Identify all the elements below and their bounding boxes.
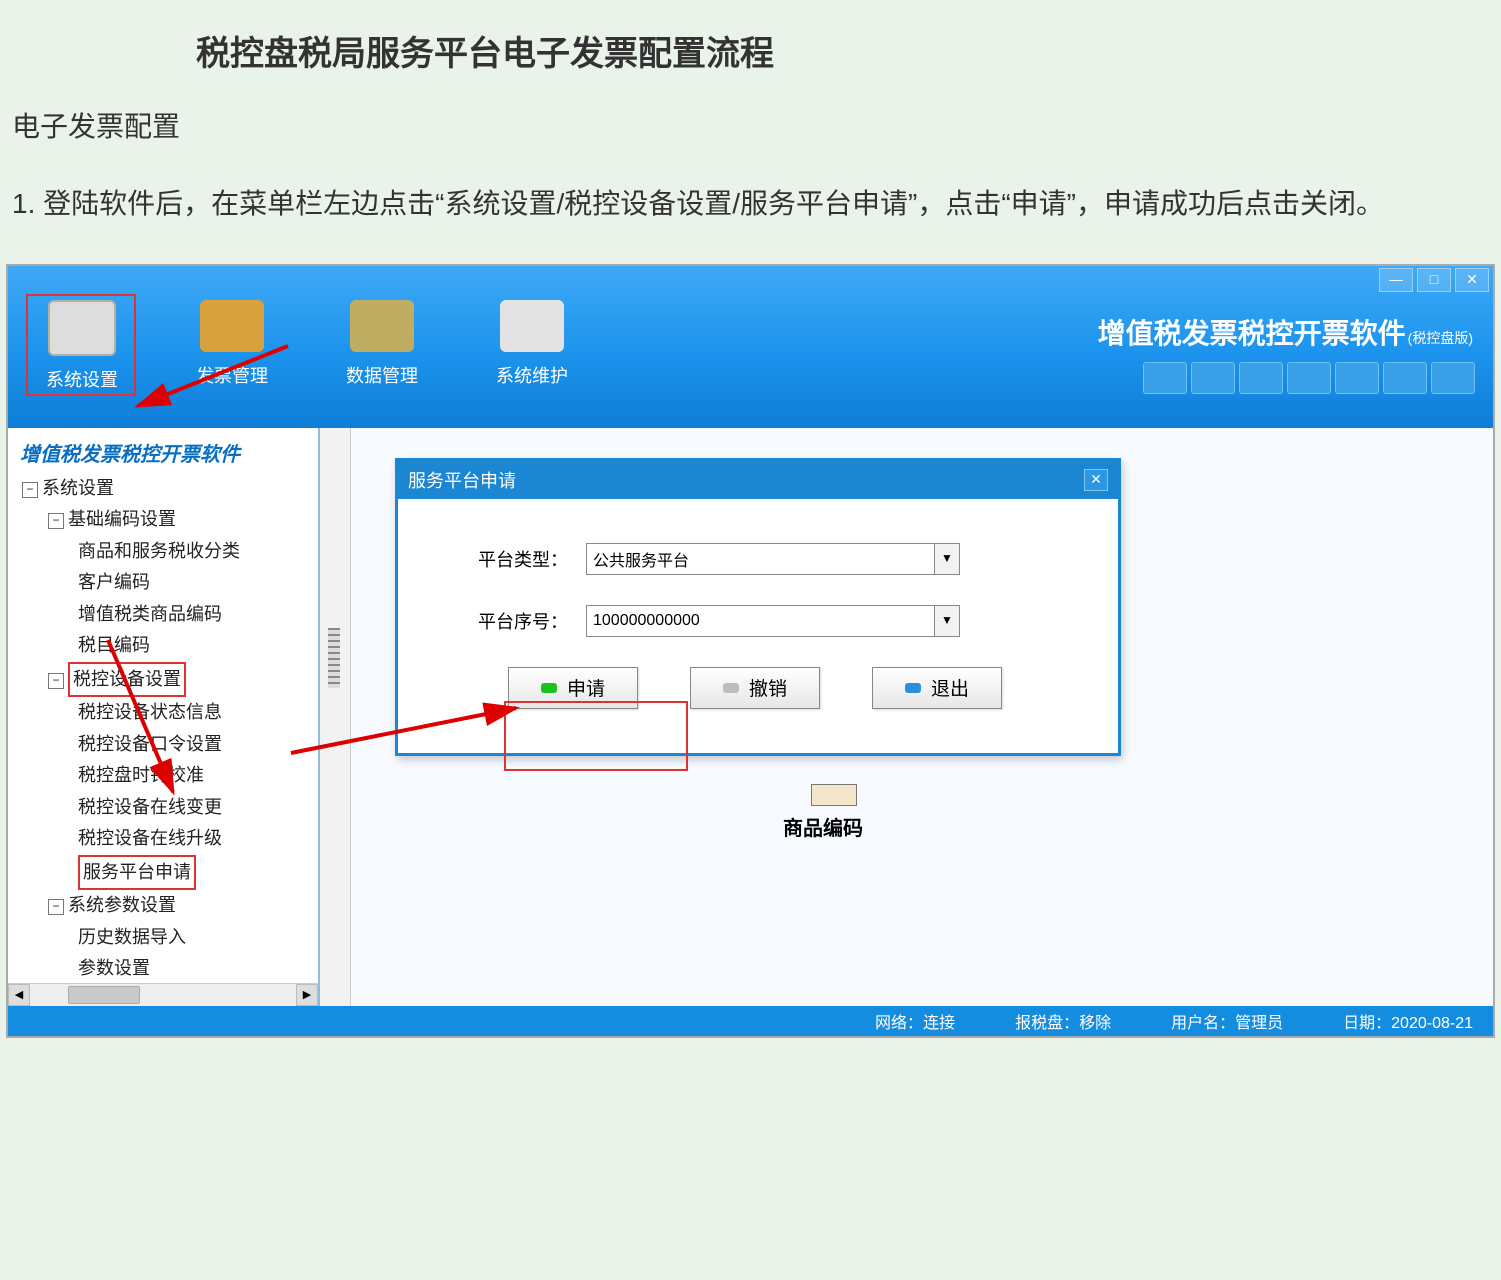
exit-icon [905,683,921,693]
tree-item-service-platform-apply[interactable]: 服务平台申请 [83,857,191,889]
tree-item[interactable]: 税目编码 [78,630,150,662]
ribbon-item-invoice-mgmt[interactable]: 发票管理 [182,300,282,392]
toolbar-window-icon[interactable] [1287,362,1331,394]
invoice-mgmt-icon [200,300,264,352]
ribbon-label: 系统维护 [482,362,582,388]
sidebar-title: 增值税发票税控开票软件 [8,428,318,473]
ribbon-item-system-settings[interactable]: 系统设置 [32,300,132,392]
window-maximize-button[interactable]: □ [1417,268,1451,292]
ribbon-label: 系统设置 [32,366,132,392]
chevron-down-icon: ▼ [934,606,959,636]
tree-item[interactable]: 参数设置 [78,953,150,985]
platform-type-label: 平台类型： [438,546,568,572]
toolbar-exit-icon[interactable] [1431,362,1475,394]
tree-item[interactable]: 商品和服务税收分类 [78,536,240,568]
doc-step-1: 1. 登陆软件后，在菜单栏左边点击“系统设置/税控设备设置/服务平台申请”，点击… [12,175,1485,234]
scroll-thumb[interactable] [68,986,140,1004]
platform-type-select[interactable]: 公共服务平台 ▼ [586,543,960,575]
tree-item[interactable]: 税控设备状态信息 [78,697,222,729]
mini-toolbar [1143,362,1475,394]
sidebar-scrollbar[interactable]: ◀ ▶ [8,983,318,1006]
system-maint-icon [500,300,564,352]
tree-toggle-icon[interactable]: − [48,673,64,689]
toolbar-key-icon[interactable] [1335,362,1379,394]
doc-subtitle: 电子发票配置 [12,105,1491,145]
dialog-title: 服务平台申请 [408,467,516,493]
main-panel: 商品编码 服务平台申请 ✕ 平台类型： 公共服务平台 ▼ [351,428,1493,1006]
product-code-label: 商品编码 [783,812,863,841]
scroll-right-icon[interactable]: ▶ [296,984,318,1006]
ribbon: — □ ✕ 系统设置 发票管理 数据管理 [8,266,1493,428]
tree-toggle-icon[interactable]: − [48,513,64,529]
window-close-button[interactable]: ✕ [1455,268,1489,292]
tree-item[interactable]: 税控设备在线变更 [78,792,222,824]
status-bar: 网络：连接 报税盘：移除 用户名：管理员 日期：2020-08-21 [8,1006,1493,1036]
tree-item[interactable]: 客户编码 [78,567,150,599]
led-gray-icon [723,683,739,693]
nav-tree[interactable]: −系统设置 −基础编码设置 商品和服务税收分类 客户编码 增值税类商品编码 税目… [8,473,318,1006]
highlight-apply-button [504,701,688,771]
ribbon-item-system-maint[interactable]: 系统维护 [482,300,582,392]
tree-group-basic[interactable]: 基础编码设置 [68,504,176,536]
tree-group-device[interactable]: 税控设备设置 [73,664,181,696]
led-green-icon [541,683,557,693]
scroll-left-icon[interactable]: ◀ [8,984,30,1006]
apply-button-label: 申请 [567,674,605,701]
data-mgmt-icon [350,300,414,352]
status-user: 用户名：管理员 [1171,1009,1283,1033]
tree-item[interactable]: 历史数据导入 [78,922,186,954]
service-platform-apply-dialog: 服务平台申请 ✕ 平台类型： 公共服务平台 ▼ 平台序号： [395,458,1121,756]
tree-root[interactable]: 系统设置 [42,473,114,505]
platform-no-value: 100000000000 [593,612,700,630]
product-code-icon[interactable] [811,784,857,806]
app-window: — □ ✕ 系统设置 发票管理 数据管理 [6,264,1495,1038]
status-tax-disk: 报税盘：移除 [1015,1009,1111,1033]
system-settings-icon [48,300,116,356]
cancel-button-label: 撤销 [749,674,787,701]
ribbon-label: 数据管理 [332,362,432,388]
splitter[interactable] [320,428,351,1006]
tree-toggle-icon[interactable]: − [22,482,38,498]
exit-button-label: 退出 [931,674,969,701]
tree-group-params[interactable]: 系统参数设置 [68,890,176,922]
doc-title: 税控盘税局服务平台电子发票配置流程 [196,26,1491,75]
app-title: 增值税发票税控开票软件(税控盘版) [1098,312,1473,352]
dialog-close-button[interactable]: ✕ [1084,469,1108,491]
platform-no-select[interactable]: 100000000000 ▼ [586,605,960,637]
toolbar-globe-icon[interactable] [1191,362,1235,394]
cancel-button[interactable]: 撤销 [690,667,820,709]
toolbar-help-icon[interactable] [1239,362,1283,394]
exit-button[interactable]: 退出 [872,667,1002,709]
platform-type-value: 公共服务平台 [593,547,689,571]
ribbon-label: 发票管理 [182,362,282,388]
status-network: 网络：连接 [875,1009,955,1033]
status-date: 日期：2020-08-21 [1343,1009,1473,1033]
tree-item[interactable]: 税控盘时钟校准 [78,760,204,792]
tree-item[interactable]: 税控设备在线升级 [78,823,222,855]
tree-item[interactable]: 增值税类商品编码 [78,599,222,631]
toolbar-lock-icon[interactable] [1383,362,1427,394]
ribbon-item-data-mgmt[interactable]: 数据管理 [332,300,432,392]
chevron-down-icon: ▼ [934,544,959,574]
sidebar: 增值税发票税控开票软件 −系统设置 −基础编码设置 商品和服务税收分类 客户编码… [8,428,320,1006]
tree-toggle-icon[interactable]: − [48,899,64,915]
platform-no-label: 平台序号： [438,608,568,634]
toolbar-user-icon[interactable] [1143,362,1187,394]
window-minimize-button[interactable]: — [1379,268,1413,292]
tree-item[interactable]: 税控设备口令设置 [78,729,222,761]
